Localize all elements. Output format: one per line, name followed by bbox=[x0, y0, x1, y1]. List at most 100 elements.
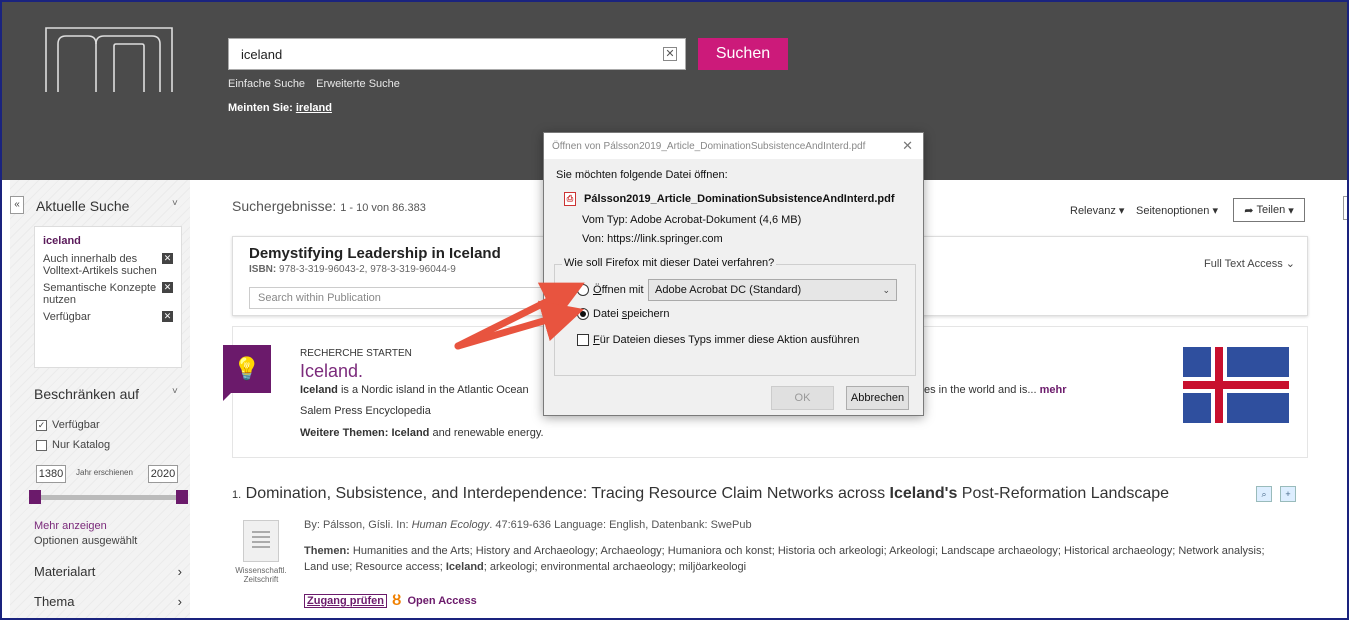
current-filter-item: Semantische Konzepte nutzen ✕ bbox=[43, 282, 173, 306]
open-with-app-select[interactable]: Adobe Acrobat DC (Standard) ⌄ bbox=[648, 279, 897, 301]
year-slider-handle-min[interactable] bbox=[29, 490, 41, 504]
remove-filter-icon[interactable]: ✕ bbox=[162, 282, 173, 293]
preview-icon[interactable]: ⌕ bbox=[1256, 486, 1272, 502]
logo[interactable] bbox=[44, 24, 174, 94]
did-you-mean-link[interactable]: ireland bbox=[296, 102, 332, 114]
current-filter-item: Auch innerhalb des Volltext-Artikels suc… bbox=[43, 253, 173, 277]
iceland-flag-image bbox=[1183, 347, 1289, 423]
close-icon[interactable]: ✕ bbox=[902, 138, 913, 154]
topics-text: Land use; Resource access; bbox=[304, 561, 446, 573]
facet-label: Materialart bbox=[34, 564, 96, 579]
year-to-input[interactable]: 2020 bbox=[148, 465, 178, 483]
download-dialog: Öffnen von Pálsson2019_Article_Dominatio… bbox=[543, 132, 924, 416]
result-title[interactable]: 1. Domination, Subsistence, and Interdep… bbox=[232, 485, 1169, 503]
checkbox-label: Nur Katalog bbox=[52, 439, 111, 451]
clear-search-icon[interactable]: ✕ bbox=[663, 47, 677, 61]
label-part: Datei bbox=[593, 308, 622, 320]
cancel-button[interactable]: Abbrechen bbox=[846, 386, 909, 410]
right-panel-toggle[interactable] bbox=[1343, 196, 1349, 220]
result-count-label: Suchergebnisse: bbox=[232, 198, 337, 214]
dialog-file-source: Von: https://link.springer.com bbox=[582, 233, 723, 245]
research-label: RECHERCHE STARTEN bbox=[300, 348, 412, 359]
publication-title[interactable]: Demystifying Leadership in Iceland bbox=[249, 245, 501, 262]
year-slider-track[interactable] bbox=[34, 495, 182, 500]
filter-label: Semantische Konzepte nutzen bbox=[43, 282, 157, 306]
chevron-down-icon[interactable]: ˅ bbox=[172, 198, 178, 209]
show-more-link[interactable]: Mehr anzeigen bbox=[34, 520, 107, 532]
title-part: Post-Reformation Landscape bbox=[957, 485, 1170, 502]
chevron-down-icon: ⌄ bbox=[1285, 258, 1295, 270]
open-with-radio[interactable]: Öffnen mit bbox=[577, 284, 644, 296]
save-file-label: Datei speichern bbox=[593, 308, 669, 320]
research-topics: Weitere Themen: Iceland and renewable en… bbox=[300, 427, 544, 439]
always-do-this-checkbox[interactable]: Für Dateien dieses Typs immer diese Akti… bbox=[577, 334, 859, 346]
year-label: Jahr erschienen bbox=[76, 468, 133, 477]
research-title[interactable]: Iceland. bbox=[300, 361, 363, 382]
year-slider-handle-max[interactable] bbox=[176, 490, 188, 504]
page-options-label: Seitenoptionen bbox=[1136, 205, 1210, 217]
chevron-right-icon: › bbox=[177, 564, 182, 579]
facet-subject[interactable]: Thema › bbox=[34, 594, 182, 609]
highlight-term: Iceland bbox=[300, 384, 338, 396]
save-file-radio[interactable]: Datei speichern bbox=[577, 308, 669, 320]
label-part: ür Dateien dieses Typs immer diese Aktio… bbox=[599, 334, 860, 346]
result-actions: ⌕ + bbox=[1256, 486, 1296, 502]
search-within-publication-input[interactable]: Search within Publication bbox=[249, 287, 549, 309]
dialog-titlebar[interactable]: Öffnen von Pálsson2019_Article_Dominatio… bbox=[544, 133, 923, 159]
limit-title[interactable]: Beschränken auf bbox=[34, 386, 139, 402]
simple-search-link[interactable]: Einfache Suche bbox=[228, 78, 305, 90]
open-access-link[interactable]: ȣ Open Access bbox=[392, 592, 477, 609]
full-text-access-toggle[interactable]: Full Text Access ⌄ bbox=[1204, 257, 1295, 270]
remove-filter-icon[interactable]: ✕ bbox=[162, 311, 173, 322]
current-search-title[interactable]: Aktuelle Suche bbox=[36, 198, 129, 214]
filename-text: Pálsson2019_Article_DominationSubsistenc… bbox=[584, 193, 895, 205]
action-group-label: Wie soll Firefox mit dieser Datei verfah… bbox=[562, 257, 777, 269]
did-you-mean-label: Meinten Sie: bbox=[228, 102, 293, 114]
access-label: Full Text Access bbox=[1204, 258, 1283, 270]
research-source: Salem Press Encyclopedia bbox=[300, 405, 431, 417]
current-filter-item: Verfügbar ✕ bbox=[43, 311, 173, 323]
ok-button[interactable]: OK bbox=[771, 386, 834, 410]
more-link[interactable]: mehr bbox=[1040, 384, 1067, 396]
dialog-filename: ⎙ Pálsson2019_Article_DominationSubsisten… bbox=[564, 192, 895, 206]
title-highlight: Iceland's bbox=[889, 485, 958, 502]
collapse-sidebar-button[interactable]: « bbox=[10, 196, 24, 214]
limit-catalog-checkbox[interactable]: Nur Katalog bbox=[36, 439, 110, 451]
remove-filter-icon[interactable]: ✕ bbox=[162, 253, 173, 264]
document-icon bbox=[243, 520, 279, 562]
research-text-end: es in the world and is... mehr bbox=[924, 384, 1066, 396]
journal-name[interactable]: Human Ecology bbox=[412, 519, 490, 531]
bulb-tail bbox=[223, 393, 231, 401]
share-icon: ➦ bbox=[1244, 204, 1257, 217]
topics-text: Humanities and the Arts; History and Arc… bbox=[349, 545, 1265, 557]
lightbulb-icon: 💡 bbox=[223, 345, 271, 393]
add-to-folder-icon[interactable]: + bbox=[1280, 486, 1296, 502]
research-text-start: is a Nordic island in the Atlantic Ocean bbox=[337, 384, 529, 396]
pdf-icon: ⎙ bbox=[564, 192, 576, 206]
facet-material-type[interactable]: Materialart › bbox=[34, 564, 182, 579]
label-part: peichern bbox=[627, 308, 670, 320]
research-text-tail: es in the world and is... bbox=[924, 384, 1037, 396]
chevron-right-icon: › bbox=[177, 594, 182, 609]
advanced-search-link[interactable]: Erweiterte Suche bbox=[316, 78, 400, 90]
page-options-dropdown[interactable]: Seitenoptionen ▾ bbox=[1136, 204, 1218, 217]
current-search-box: iceland Auch innerhalb des Volltext-Arti… bbox=[34, 226, 182, 368]
relevance-dropdown[interactable]: Relevanz ▾ bbox=[1070, 204, 1124, 217]
search-input[interactable]: iceland ✕ bbox=[228, 38, 686, 70]
limit-available-checkbox[interactable]: ✓ Verfügbar bbox=[36, 419, 100, 431]
result-topics: Themen: Humanities and the Arts; History… bbox=[304, 543, 1304, 575]
topics-highlight: Iceland bbox=[445, 561, 484, 573]
chevron-down-icon[interactable]: ˅ bbox=[172, 386, 178, 397]
meta-prefix: By: Pálsson, Gísli. In: bbox=[304, 519, 412, 531]
search-button[interactable]: Suchen bbox=[698, 38, 788, 70]
meta-suffix: . 47:619-636 Language: English, Datenban… bbox=[489, 519, 752, 531]
check-access-link[interactable]: Zugang prüfen bbox=[304, 594, 387, 608]
chevron-down-icon: ⌄ bbox=[882, 285, 890, 295]
share-label: Teilen bbox=[1256, 204, 1286, 216]
document-type: Wissenschaftl. Zeitschrift bbox=[235, 566, 287, 584]
share-button[interactable]: ➦ Teilen ▾ bbox=[1233, 198, 1305, 222]
year-from-input[interactable]: 1380 bbox=[36, 465, 66, 483]
search-mode-links: Einfache Suche Erweiterte Suche bbox=[228, 78, 408, 90]
result-meta: By: Pálsson, Gísli. In: Human Ecology. 4… bbox=[304, 519, 752, 531]
result-count-value: 1 - 10 von 86.383 bbox=[340, 202, 426, 214]
